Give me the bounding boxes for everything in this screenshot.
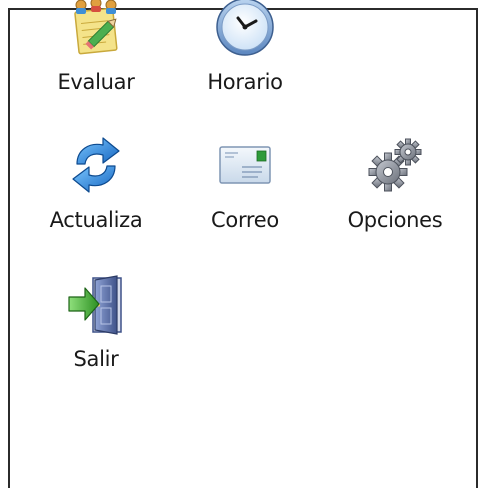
- launcher-item-correo[interactable]: Correo: [190, 122, 300, 232]
- launcher-item-label: Correo: [211, 208, 279, 232]
- launcher-item-label: Horario: [207, 70, 283, 94]
- launcher-item-horario[interactable]: Horario: [190, 0, 300, 94]
- launcher-item-salir[interactable]: Salir: [41, 260, 151, 371]
- gears-icon: [364, 134, 426, 196]
- launcher-item-label: Evaluar: [57, 70, 135, 94]
- launcher-item-opciones[interactable]: Opciones: [340, 122, 450, 232]
- mail-icon: [214, 134, 276, 196]
- clock-icon: [214, 0, 276, 58]
- refresh-icon: [65, 134, 127, 196]
- exit-door-icon: [65, 274, 127, 336]
- launcher-item-label: Opciones: [347, 208, 443, 232]
- launcher-item-evaluar[interactable]: Evaluar: [41, 0, 151, 94]
- launcher-panel: Evaluar Horario Actualiza Correo Opcione…: [8, 0, 478, 488]
- launcher-item-label: Actualiza: [49, 208, 143, 232]
- launcher-item-label: Salir: [73, 347, 119, 371]
- evaluate-icon: [65, 0, 127, 58]
- launcher-item-actualiza[interactable]: Actualiza: [41, 122, 151, 232]
